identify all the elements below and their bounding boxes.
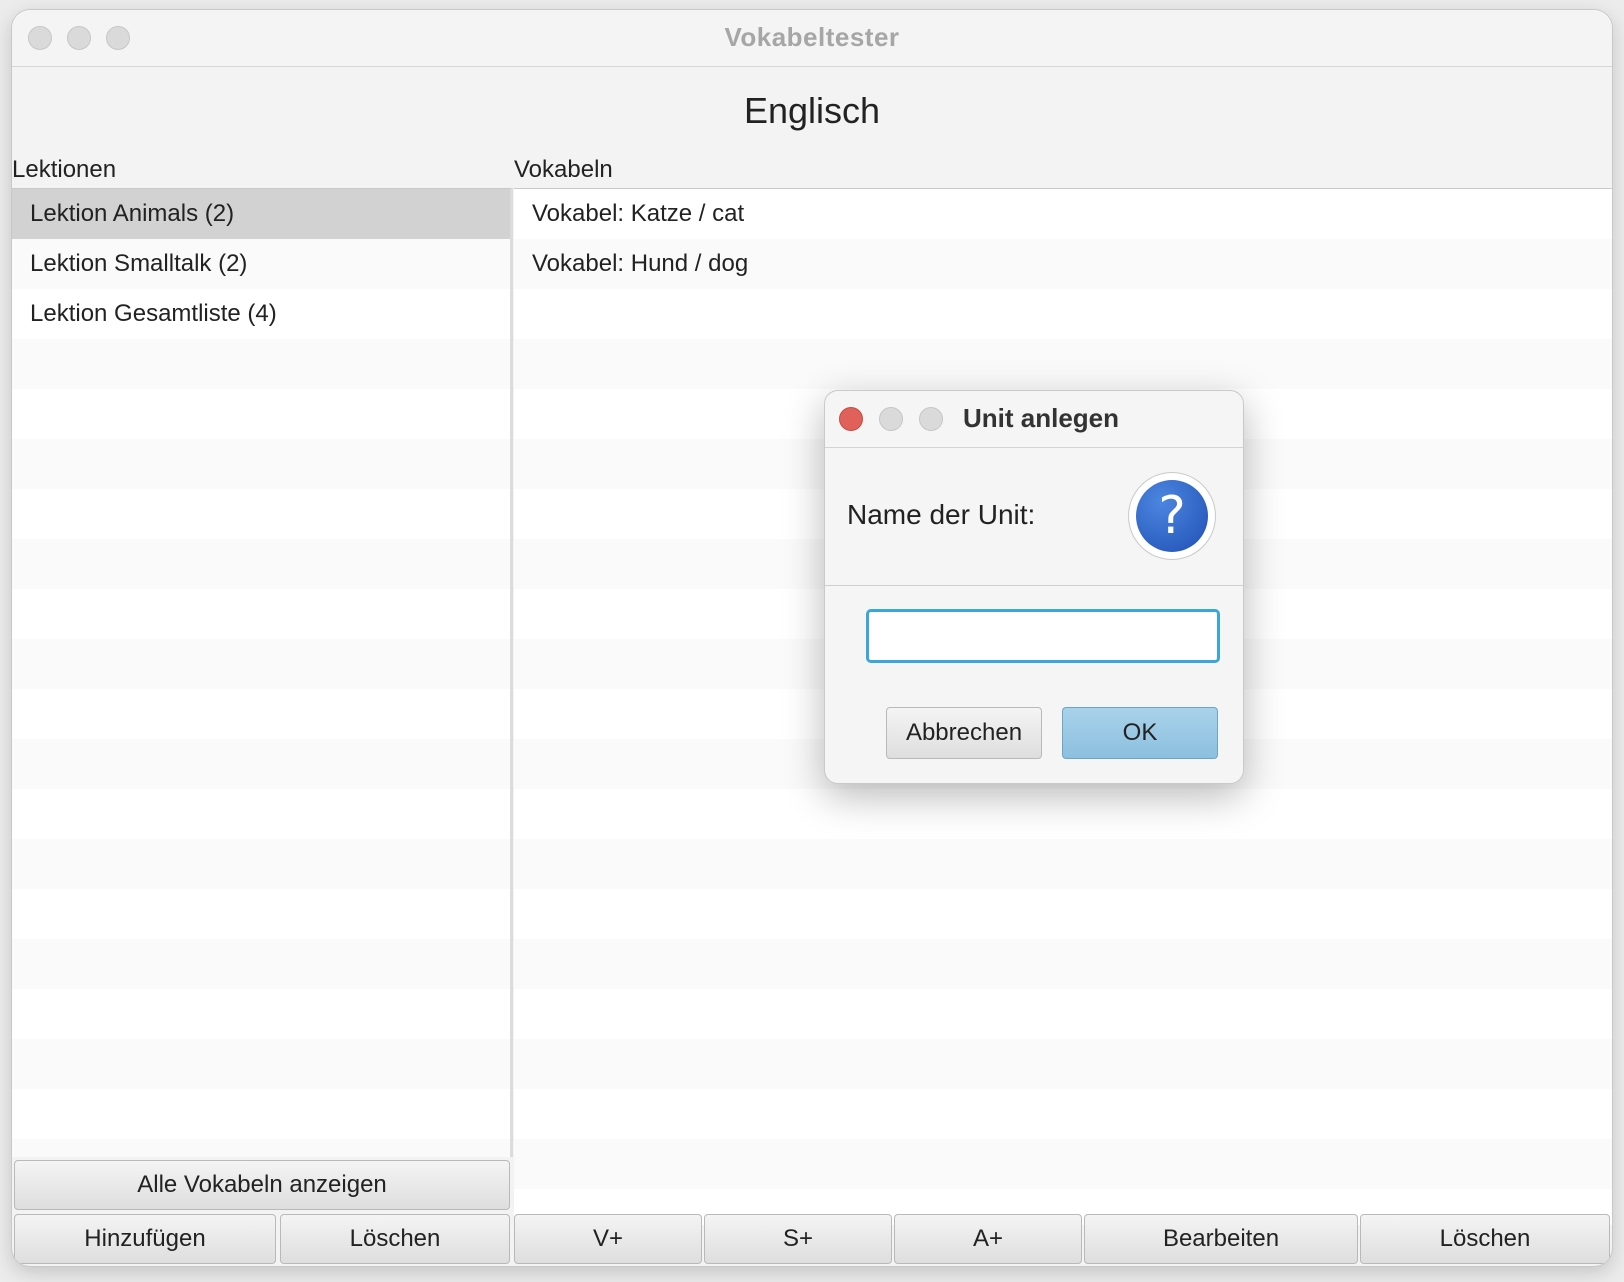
empty-row xyxy=(12,1089,510,1139)
main-window: Vokabeltester Englisch Lektionen Vokabel… xyxy=(12,10,1612,1266)
vocab-item[interactable]: Vokabel: Hund / dog xyxy=(514,239,1612,289)
empty-row xyxy=(514,1039,1612,1089)
unit-name-input[interactable] xyxy=(866,609,1220,663)
empty-row xyxy=(514,989,1612,1039)
empty-row xyxy=(12,539,510,589)
empty-row xyxy=(12,1039,510,1089)
v-plus-button[interactable]: V+ xyxy=(514,1214,702,1264)
empty-row xyxy=(12,339,510,389)
empty-row xyxy=(514,1089,1612,1139)
empty-row xyxy=(514,789,1612,839)
title-bar[interactable]: Vokabeltester xyxy=(12,10,1612,67)
empty-row xyxy=(12,839,510,889)
lesson-item[interactable]: Lektion Animals (2) xyxy=(12,189,510,239)
ok-button[interactable]: OK xyxy=(1062,707,1218,759)
dialog-minimize-button[interactable] xyxy=(879,407,903,431)
empty-row xyxy=(514,889,1612,939)
empty-row xyxy=(12,489,510,539)
add-lesson-button[interactable]: Hinzufügen xyxy=(14,1214,276,1264)
empty-row xyxy=(514,939,1612,989)
unit-dialog: Unit anlegen Name der Unit: ? Abbrechen … xyxy=(824,390,1244,784)
empty-row xyxy=(12,1139,510,1157)
dialog-close-button[interactable] xyxy=(839,407,863,431)
vocab-label: Vokabeln xyxy=(514,156,613,183)
empty-row xyxy=(12,389,510,439)
vocab-item[interactable]: Vokabel: Katze / cat xyxy=(514,189,1612,239)
empty-row xyxy=(12,889,510,939)
window-title: Vokabeltester xyxy=(724,22,900,52)
dialog-zoom-button[interactable] xyxy=(919,407,943,431)
lesson-item[interactable]: Lektion Gesamtliste (4) xyxy=(12,289,510,339)
empty-row xyxy=(514,339,1612,389)
empty-row xyxy=(514,1139,1612,1189)
lessons-label: Lektionen xyxy=(12,156,117,183)
empty-row xyxy=(12,689,510,739)
unit-name-label: Name der Unit: xyxy=(847,499,1036,530)
empty-row xyxy=(514,289,1612,339)
empty-row xyxy=(12,989,510,1039)
empty-row xyxy=(12,639,510,689)
dialog-title-bar[interactable]: Unit anlegen xyxy=(825,391,1243,448)
empty-row xyxy=(12,789,510,839)
question-icon: ? xyxy=(1129,473,1215,559)
dialog-title: Unit anlegen xyxy=(963,403,1120,433)
empty-row xyxy=(12,439,510,489)
delete-vocab-button[interactable]: Löschen xyxy=(1360,1214,1610,1264)
lessons-list[interactable]: Lektion Animals (2) Lektion Smalltalk (2)… xyxy=(12,188,513,1157)
empty-row xyxy=(12,589,510,639)
language-heading: Englisch xyxy=(743,90,881,131)
lesson-item[interactable]: Lektion Smalltalk (2) xyxy=(12,239,510,289)
delete-lesson-button[interactable]: Löschen xyxy=(280,1214,510,1264)
s-plus-button[interactable]: S+ xyxy=(704,1214,892,1264)
cancel-button[interactable]: Abbrechen xyxy=(886,707,1042,759)
empty-row xyxy=(514,839,1612,889)
empty-row xyxy=(12,739,510,789)
show-all-vocabs-button[interactable]: Alle Vokabeln anzeigen xyxy=(14,1160,510,1210)
edit-vocab-button[interactable]: Bearbeiten xyxy=(1084,1214,1358,1264)
empty-row xyxy=(12,939,510,989)
dialog-divider xyxy=(825,585,1243,586)
a-plus-button[interactable]: A+ xyxy=(894,1214,1082,1264)
